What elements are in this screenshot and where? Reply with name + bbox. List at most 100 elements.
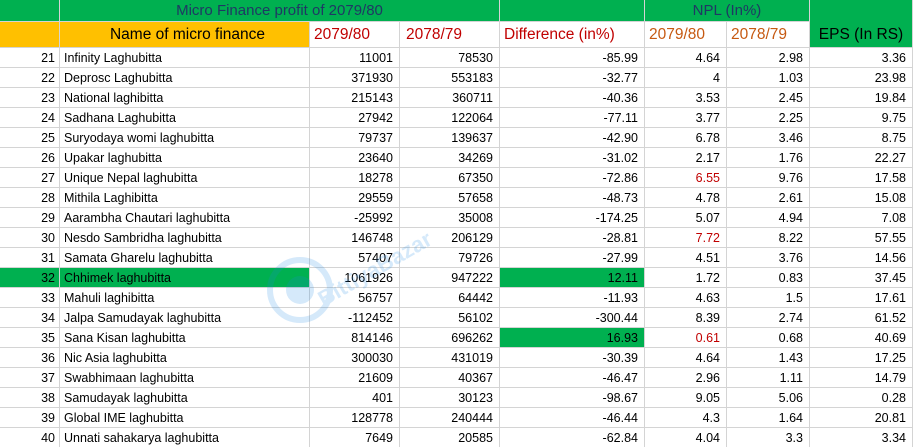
profit-2078-cell: 56102 xyxy=(400,308,500,328)
profit-2078-cell: 139637 xyxy=(400,128,500,148)
serial-number: 29 xyxy=(0,208,60,228)
difference-cell: 16.93 xyxy=(500,328,645,348)
eps-cell: 17.61 xyxy=(810,288,913,308)
difference-cell: -32.77 xyxy=(500,68,645,88)
profit-2078-cell: 122064 xyxy=(400,108,500,128)
table-row: 29 Aarambha Chautari laghubitta -25992 3500… xyxy=(0,208,913,228)
npl-2079-cell: 4.3 xyxy=(645,408,727,428)
npl-2078-cell: 1.03 xyxy=(727,68,810,88)
npl-2078-cell: 1.43 xyxy=(727,348,810,368)
eps-cell: 3.36 xyxy=(810,48,913,68)
difference-cell: -30.39 xyxy=(500,348,645,368)
serial-number: 40 xyxy=(0,428,60,447)
npl-2078-cell: 5.06 xyxy=(727,388,810,408)
profit-2078-cell: 206129 xyxy=(400,228,500,248)
eps-cell: 3.34 xyxy=(810,428,913,447)
eps-cell: 17.58 xyxy=(810,168,913,188)
difference-cell: -46.47 xyxy=(500,368,645,388)
table-row: 38 Samudayak laghubitta 401 30123 -98.67 9.05… xyxy=(0,388,913,408)
profit-2079-cell: 215143 xyxy=(310,88,400,108)
profit-2079-cell: 128778 xyxy=(310,408,400,428)
difference-cell: 12.11 xyxy=(500,268,645,288)
difference-cell: -98.67 xyxy=(500,388,645,408)
company-name: Samudayak laghubitta xyxy=(60,388,310,408)
npl-2079-cell: 4.04 xyxy=(645,428,727,447)
npl-2079-cell: 4.78 xyxy=(645,188,727,208)
profit-2079-cell: -25992 xyxy=(310,208,400,228)
spreadsheet: Micro Finance profit of 2079/80 NPL (In%… xyxy=(0,0,913,447)
company-name: Unique Nepal laghubitta xyxy=(60,168,310,188)
profit-2078-cell: 947222 xyxy=(400,268,500,288)
difference-cell: -27.99 xyxy=(500,248,645,268)
profit-2078-cell: 78530 xyxy=(400,48,500,68)
column-header-row: Name of micro finance 2079/80 2078/79 Di… xyxy=(0,22,913,48)
npl-2079-cell: 4.64 xyxy=(645,348,727,368)
table-row: 26 Upakar laghubitta 23640 34269 -31.02 2.17 1… xyxy=(0,148,913,168)
table-row: 24 Sadhana Laghubitta 27942 122064 -77.11 3.7… xyxy=(0,108,913,128)
profit-2078-cell: 20585 xyxy=(400,428,500,447)
profit-2078-cell: 35008 xyxy=(400,208,500,228)
table-row: 30 Nesdo Sambridha laghubitta 146748 206129… xyxy=(0,228,913,248)
table-row: 33 Mahuli laghibitta 56757 64442 -11.93 4.63 1… xyxy=(0,288,913,308)
profit-group-title: Micro Finance profit of 2079/80 xyxy=(60,0,500,22)
npl-group-title: NPL (In%) xyxy=(645,0,810,22)
company-name: Mithila Laghibitta xyxy=(60,188,310,208)
table-row: 39 Global IME laghubitta 128778 240444 -46.4… xyxy=(0,408,913,428)
npl-2078-cell: 0.83 xyxy=(727,268,810,288)
eps-cell: 15.08 xyxy=(810,188,913,208)
npl-2079-cell: 4.51 xyxy=(645,248,727,268)
name-column-header: Name of micro finance xyxy=(60,22,310,48)
eps-cell: 20.81 xyxy=(810,408,913,428)
profit-2078-cell: 34269 xyxy=(400,148,500,168)
serial-number: 27 xyxy=(0,168,60,188)
profit-2079-cell: 300030 xyxy=(310,348,400,368)
company-name: Infinity Laghubitta xyxy=(60,48,310,68)
npl-2078-cell: 1.64 xyxy=(727,408,810,428)
serial-number: 23 xyxy=(0,88,60,108)
company-name: Upakar laghubitta xyxy=(60,148,310,168)
eps-cell: 17.25 xyxy=(810,348,913,368)
table-row: 27 Unique Nepal laghubitta 18278 67350 -72.8… xyxy=(0,168,913,188)
npl-2078-cell: 2.25 xyxy=(727,108,810,128)
npl-2078-cell: 1.11 xyxy=(727,368,810,388)
npl-2078-cell: 3.3 xyxy=(727,428,810,447)
npl-2078-cell: 0.68 xyxy=(727,328,810,348)
eps-cell: 19.84 xyxy=(810,88,913,108)
eps-cell: 14.79 xyxy=(810,368,913,388)
table-row: 32 Chhimek laghubitta 1061926 947222 12.11 1.… xyxy=(0,268,913,288)
company-name: Samata Gharelu laghubitta xyxy=(60,248,310,268)
table-row: 37 Swabhimaan laghubitta 21609 40367 -46.47 2… xyxy=(0,368,913,388)
company-name: Swabhimaan laghubitta xyxy=(60,368,310,388)
profit-2079-cell: 29559 xyxy=(310,188,400,208)
serial-number: 39 xyxy=(0,408,60,428)
profit-2079-cell: 23640 xyxy=(310,148,400,168)
npl-2079-cell: 0.61 xyxy=(645,328,727,348)
npl-2078-cell: 2.98 xyxy=(727,48,810,68)
profit-2078-cell: 553183 xyxy=(400,68,500,88)
difference-cell: -72.86 xyxy=(500,168,645,188)
eps-cell: 57.55 xyxy=(810,228,913,248)
difference-cell: -174.25 xyxy=(500,208,645,228)
npl-2079-cell: 7.72 xyxy=(645,228,727,248)
profit-2079-cell: 57407 xyxy=(310,248,400,268)
table-row: 36 Nic Asia laghubitta 300030 431019 -30.39 4… xyxy=(0,348,913,368)
npl-2078-cell: 3.76 xyxy=(727,248,810,268)
npl-2078-cell: 2.74 xyxy=(727,308,810,328)
npl-2078-cell: 8.22 xyxy=(727,228,810,248)
npl-2079-cell: 4.64 xyxy=(645,48,727,68)
eps-header: EPS (In RS) xyxy=(810,22,913,48)
eps-header-top xyxy=(810,0,913,22)
profit-2079-cell: 1061926 xyxy=(310,268,400,288)
eps-cell: 7.08 xyxy=(810,208,913,228)
serial-header xyxy=(0,22,60,48)
serial-number: 25 xyxy=(0,128,60,148)
profit-2079-cell: 814146 xyxy=(310,328,400,348)
profit-2078-cell: 30123 xyxy=(400,388,500,408)
company-name: Jalpa Samudayak laghubitta xyxy=(60,308,310,328)
npl-2078-cell: 1.76 xyxy=(727,148,810,168)
group-header-row: Micro Finance profit of 2079/80 NPL (In%… xyxy=(0,0,913,22)
serial-number: 22 xyxy=(0,68,60,88)
company-name: Sana Kisan laghubitta xyxy=(60,328,310,348)
serial-number: 36 xyxy=(0,348,60,368)
eps-cell: 40.69 xyxy=(810,328,913,348)
